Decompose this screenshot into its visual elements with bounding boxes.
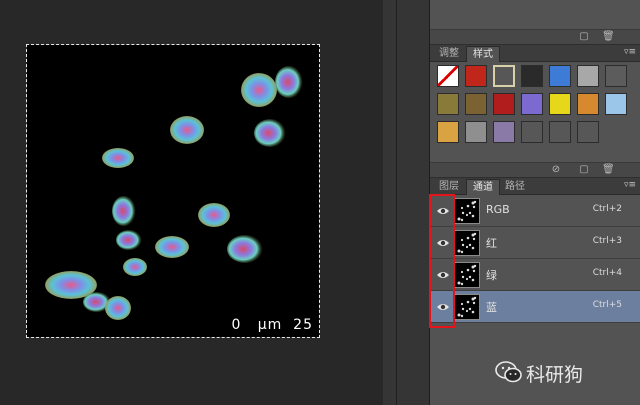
channel-shortcut: Ctrl+4 xyxy=(592,268,622,278)
channel-name: 蓝 xyxy=(486,301,497,314)
style-blue-bevel-swatch[interactable] xyxy=(549,65,571,87)
tab-adjustments[interactable]: 调整 xyxy=(434,46,464,61)
channel-row[interactable]: 红 Ctrl+3 xyxy=(430,227,640,259)
microscopy-image xyxy=(45,66,303,320)
style-pattern-swatch[interactable] xyxy=(465,121,487,143)
cell-blob xyxy=(45,66,303,320)
panel-menu-icon[interactable]: ▿≡ xyxy=(624,180,636,190)
style-orange-gradient-swatch[interactable] xyxy=(577,93,599,115)
style-empty-3-swatch[interactable] xyxy=(577,121,599,143)
channel-thumbnail xyxy=(454,294,480,320)
channel-thumbnail xyxy=(454,262,480,288)
panel-footer-top: ▢ 🗑 xyxy=(430,29,640,45)
panel-dock-gutter xyxy=(383,0,430,405)
watermark-text: 科研狗 xyxy=(526,364,584,386)
style-outline-swatch[interactable] xyxy=(493,65,515,87)
style-dark-gray-swatch[interactable] xyxy=(605,65,627,87)
wechat-icon xyxy=(495,361,522,383)
styles-panel-tabbar: 调整 样式 ▿≡ xyxy=(430,45,640,62)
channel-row[interactable]: RGB Ctrl+2 xyxy=(430,195,640,227)
trash-icon[interactable]: 🗑 xyxy=(602,164,615,176)
new-item-icon[interactable]: ▢ xyxy=(578,31,590,43)
style-sunset-swatch[interactable] xyxy=(437,121,459,143)
channel-shortcut: Ctrl+2 xyxy=(592,204,622,214)
new-style-icon[interactable]: ▢ xyxy=(578,164,590,176)
tab-channels[interactable]: 通道 xyxy=(466,179,500,195)
document-canvas-area[interactable]: 0 µm 25 xyxy=(0,0,383,405)
divider xyxy=(396,0,397,405)
style-empty-2-swatch[interactable] xyxy=(549,121,571,143)
channel-row[interactable]: 绿 Ctrl+4 xyxy=(430,259,640,291)
style-yellow-swatch[interactable] xyxy=(549,93,571,115)
channel-name: RGB xyxy=(486,203,510,216)
style-light-blue-swatch[interactable] xyxy=(605,93,627,115)
channel-shortcut: Ctrl+3 xyxy=(592,236,622,246)
styles-panel-footer: ⊘ ▢ 🗑 xyxy=(430,162,640,178)
watermark: 科研狗 xyxy=(495,360,584,386)
channel-row[interactable]: 蓝 Ctrl+5 xyxy=(430,291,640,323)
style-brown-swatch[interactable] xyxy=(465,93,487,115)
style-gray-swatch[interactable] xyxy=(577,65,599,87)
channel-name: 红 xyxy=(486,237,497,250)
style-gold-texture-swatch[interactable] xyxy=(437,93,459,115)
clear-style-icon[interactable]: ⊘ xyxy=(550,164,562,176)
channel-shortcut: Ctrl+5 xyxy=(592,300,622,310)
style-none-swatch[interactable] xyxy=(437,65,459,87)
style-red-glow-swatch[interactable] xyxy=(465,65,487,87)
document-image[interactable]: 0 µm 25 xyxy=(26,44,320,338)
channel-thumbnail xyxy=(454,198,480,224)
scale-bar-label: 0 µm 25 xyxy=(231,317,313,333)
style-purple-bevel-swatch[interactable] xyxy=(493,121,515,143)
style-red-stripe-swatch[interactable] xyxy=(493,93,515,115)
tab-paths[interactable]: 路径 xyxy=(500,179,530,194)
tab-layers[interactable]: 图层 xyxy=(434,179,464,194)
styles-swatch-grid xyxy=(437,65,633,145)
panel-menu-icon[interactable]: ▿≡ xyxy=(624,47,636,57)
style-multicolor-swatch[interactable] xyxy=(521,93,543,115)
trash-icon[interactable]: 🗑 xyxy=(602,31,615,43)
annotation-highlight-box xyxy=(429,194,455,328)
style-empty-1-swatch[interactable] xyxy=(521,121,543,143)
channel-thumbnail xyxy=(454,230,480,256)
tab-styles[interactable]: 样式 xyxy=(466,46,500,62)
channel-name: 绿 xyxy=(486,269,497,282)
panel-dock: ▢ 🗑 调整 样式 ▿≡ ⊘ ▢ 🗑 图层 通道 路径 ▿≡ RGB Ctrl+2… xyxy=(430,0,640,405)
channels-panel-tabbar: 图层 通道 路径 ▿≡ xyxy=(430,178,640,195)
style-dark-bevel-swatch[interactable] xyxy=(521,65,543,87)
